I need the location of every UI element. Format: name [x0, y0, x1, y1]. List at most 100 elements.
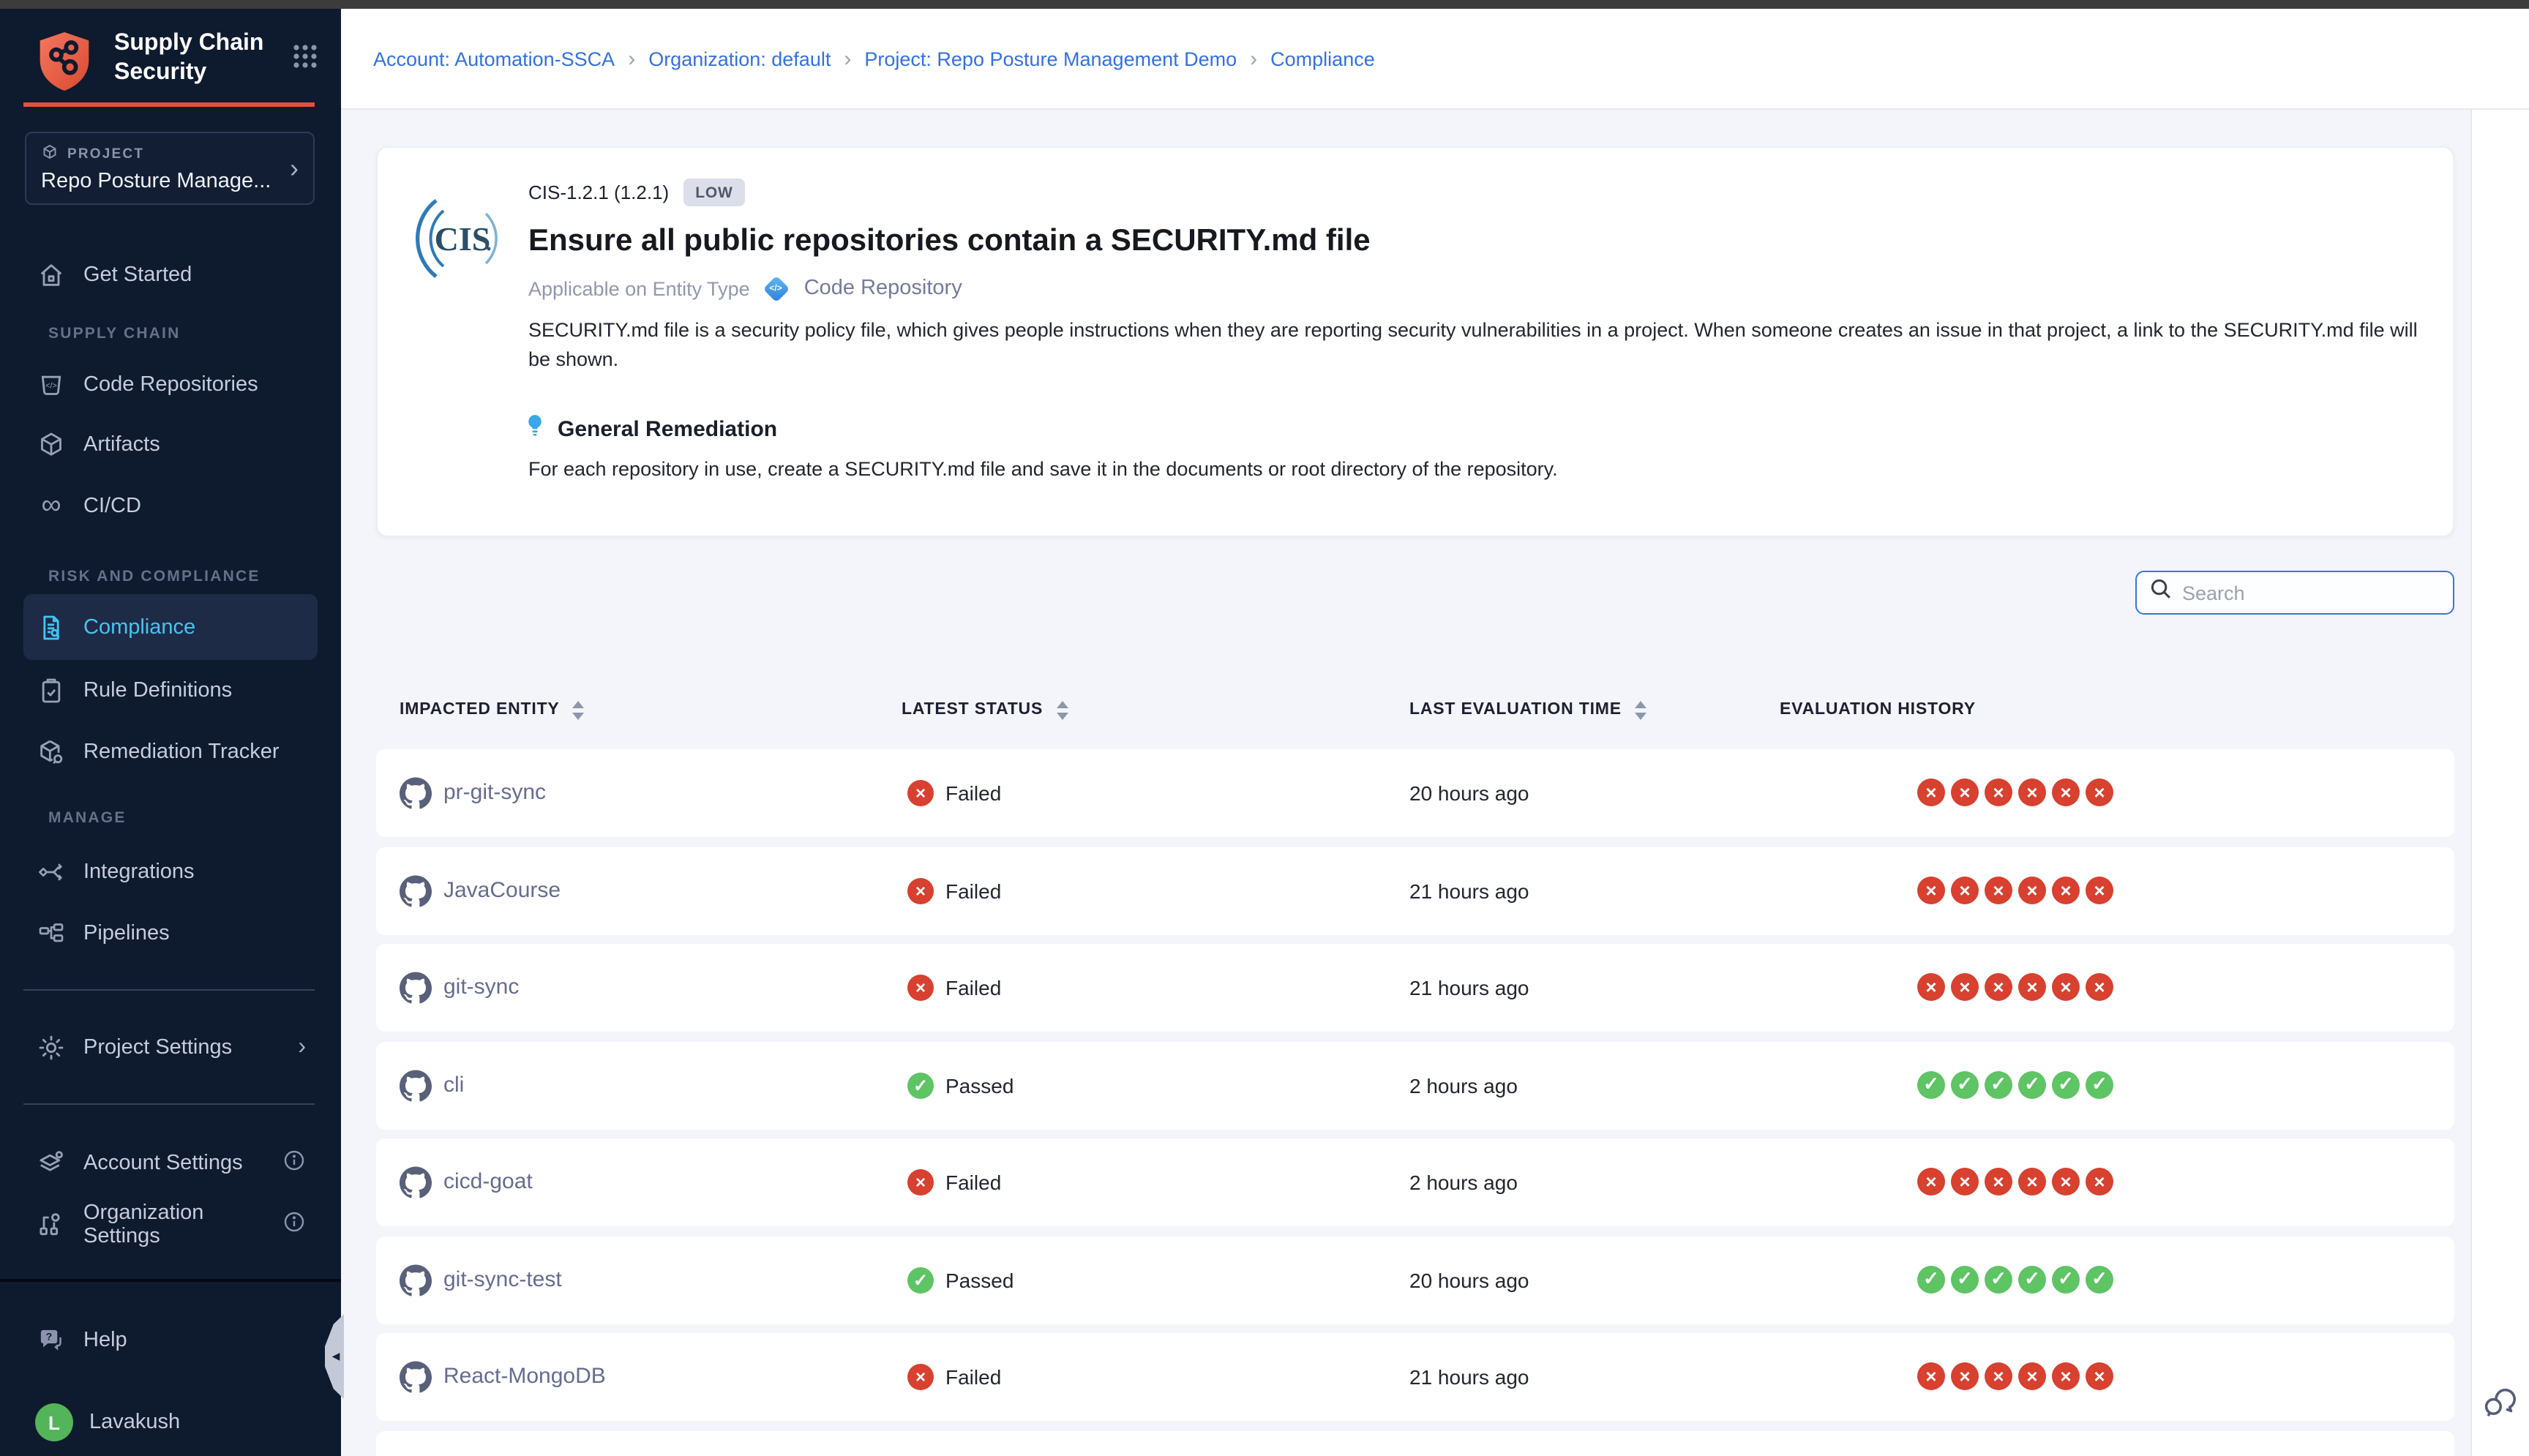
sidebar-item-organization-settings[interactable]: Organization Settings — [23, 1196, 318, 1254]
column-header-last-evaluation-time[interactable]: LAST EVALUATION TIME — [1409, 701, 1646, 719]
history-passed-icon: ✓ — [2052, 1070, 2080, 1098]
sidebar-item-label: Artifacts — [83, 433, 160, 457]
help-chat-icon: ? — [35, 1326, 67, 1355]
sidebar-item-code-repositories[interactable]: </> Code Repositories — [23, 356, 318, 414]
sidebar-item-artifacts[interactable]: Artifacts — [23, 416, 318, 474]
rule-description: SECURITY.md file is a security policy fi… — [528, 316, 2425, 373]
user-avatar: L — [35, 1403, 73, 1441]
table-row[interactable]: cli ✓ Passed 2 hours ago ✓✓✓✓✓✓ — [376, 1041, 2454, 1129]
table-row[interactable]: git-sync × Failed 21 hours ago ×××××× — [376, 944, 2454, 1032]
github-icon — [400, 972, 432, 1011]
sidebar-item-remediation-tracker[interactable]: Remediation Tracker — [23, 723, 318, 781]
entity-name[interactable]: cli — [443, 1072, 464, 1097]
history-failed-icon: × — [2086, 876, 2113, 904]
history-failed-icon: × — [2052, 1168, 2080, 1196]
sidebar-item-user-profile[interactable]: L Lavakush — [23, 1393, 318, 1452]
sidebar-item-rule-definitions[interactable]: Rule Definitions — [23, 661, 318, 720]
app-root: Supply Chain Security PROJECT Repo Pos — [0, 0, 2529, 1456]
sidebar-item-cicd[interactable]: ∞ CI/CD — [23, 477, 318, 536]
home-icon — [35, 260, 67, 290]
search-input[interactable] — [2182, 582, 2440, 604]
browser-top-strip — [0, 0, 2529, 9]
history-cell: ×××××× — [1917, 973, 2113, 1001]
sidebar-item-get-started[interactable]: Get Started — [23, 246, 318, 304]
info-icon[interactable] — [282, 1148, 306, 1179]
history-cell: ×××××× — [1917, 778, 2113, 806]
sort-icon — [573, 701, 585, 719]
history-passed-icon: ✓ — [1985, 1265, 2012, 1293]
history-failed-icon: × — [2018, 1168, 2046, 1196]
sidebar-item-pipelines[interactable]: Pipelines — [23, 904, 318, 963]
history-cell: ×××××× — [1917, 1362, 2113, 1390]
compliance-document-icon — [35, 612, 67, 642]
section-manage: MANAGE — [48, 803, 127, 833]
sidebar-item-account-settings[interactable]: Account Settings — [23, 1134, 318, 1193]
table-body: pr-git-sync × Failed 20 hours ago ××××××… — [376, 749, 2454, 1456]
github-icon — [400, 1361, 432, 1400]
severity-badge: LOW — [683, 179, 744, 206]
history-cell: ✓✓✓✓✓✓ — [1917, 1265, 2113, 1293]
evaluation-time: 21 hours ago — [1409, 879, 1529, 902]
info-icon[interactable] — [282, 1209, 306, 1240]
code-repository-chip-icon: </> — [763, 275, 790, 302]
history-failed-icon: × — [1985, 973, 2012, 1001]
sidebar-item-label: Get Started — [83, 263, 192, 287]
status-passed-icon: ✓ — [907, 1072, 934, 1098]
table-row[interactable]: pr-git-sync × Failed 20 hours ago ×××××× — [376, 749, 2454, 837]
status-label: Failed — [945, 781, 1001, 805]
evaluation-time: 20 hours ago — [1409, 1268, 1529, 1291]
module-switcher-icon[interactable] — [293, 44, 318, 76]
entity-name[interactable]: git-sync-test — [443, 1267, 562, 1291]
lightbulb-icon — [524, 413, 546, 446]
infinity-icon: ∞ — [35, 499, 67, 514]
sidebar-item-label: Project Settings — [83, 1036, 232, 1059]
breadcrumb: Account: Automation-SSCA › Organization:… — [373, 46, 1375, 71]
table-row[interactable]: JavaCourse × Failed 21 hours ago ×××××× — [376, 847, 2454, 934]
table-row[interactable]: git-sync-test ✓ Passed 20 hours ago ✓✓✓✓… — [376, 1236, 2454, 1324]
column-header-impacted-entity[interactable]: IMPACTED ENTITY — [400, 701, 585, 719]
status-failed-icon: × — [907, 877, 934, 904]
table-row[interactable]: cicd-goat × Failed 2 hours ago ×××××× — [376, 1138, 2454, 1226]
sidebar-item-help[interactable]: ? Help — [23, 1311, 318, 1370]
history-passed-icon: ✓ — [2018, 1265, 2046, 1293]
sidebar-item-project-settings[interactable]: Project Settings › — [23, 1018, 318, 1077]
remediation-heading: General Remediation — [558, 417, 777, 442]
sidebar-item-compliance[interactable]: Compliance — [23, 594, 318, 660]
history-failed-icon: × — [2052, 778, 2080, 806]
github-icon — [400, 777, 432, 817]
history-failed-icon: × — [2086, 973, 2113, 1001]
breadcrumb-compliance-link[interactable]: Compliance — [1270, 48, 1375, 70]
history-failed-icon: × — [1917, 1362, 1945, 1390]
entity-name[interactable]: JavaCourse — [443, 877, 561, 902]
entity-name[interactable]: git-sync — [443, 975, 519, 999]
project-label: PROJECT — [67, 146, 144, 162]
sidebar-item-label: Integrations — [83, 860, 195, 884]
breadcrumb-project-link[interactable]: Project: Repo Posture Management Demo — [864, 48, 1237, 70]
entity-name[interactable]: cicd-goat — [443, 1169, 533, 1194]
status-passed-icon: ✓ — [907, 1267, 934, 1293]
project-name: Repo Posture Manage... — [41, 170, 299, 193]
sidebar-item-integrations[interactable]: Integrations — [23, 843, 318, 901]
breadcrumb-account-link[interactable]: Account: Automation-SSCA — [373, 48, 615, 70]
search-icon — [2150, 578, 2172, 607]
table-row[interactable]: React-MongoDB × Failed 21 hours ago ××××… — [376, 1333, 2454, 1421]
history-failed-icon: × — [2052, 973, 2080, 1001]
artifacts-cube-icon — [35, 430, 67, 459]
entity-name[interactable]: pr-git-sync — [443, 780, 546, 805]
project-selector[interactable]: PROJECT Repo Posture Manage... › — [25, 132, 315, 205]
status-label: Passed — [945, 1073, 1014, 1097]
history-failed-icon: × — [1951, 973, 1979, 1001]
search-box — [2135, 571, 2454, 615]
sidebar-item-label: Pipelines — [83, 922, 170, 945]
sidebar-item-label: Remediation Tracker — [83, 740, 280, 764]
history-cell: ✓✓✓✓✓✓ — [1917, 1070, 2113, 1098]
entity-type-value: Code Repository — [804, 277, 962, 300]
chevron-right-icon: › — [290, 154, 299, 183]
entity-name[interactable]: React-MongoDB — [443, 1364, 606, 1389]
support-chat-button[interactable] — [2481, 1383, 2520, 1427]
breadcrumb-organization-link[interactable]: Organization: default — [648, 48, 831, 70]
integrations-icon — [35, 858, 67, 887]
table-row[interactable]: ✓ — [376, 1430, 2454, 1456]
github-icon — [400, 874, 432, 914]
column-header-latest-status[interactable]: LATEST STATUS — [902, 701, 1068, 719]
